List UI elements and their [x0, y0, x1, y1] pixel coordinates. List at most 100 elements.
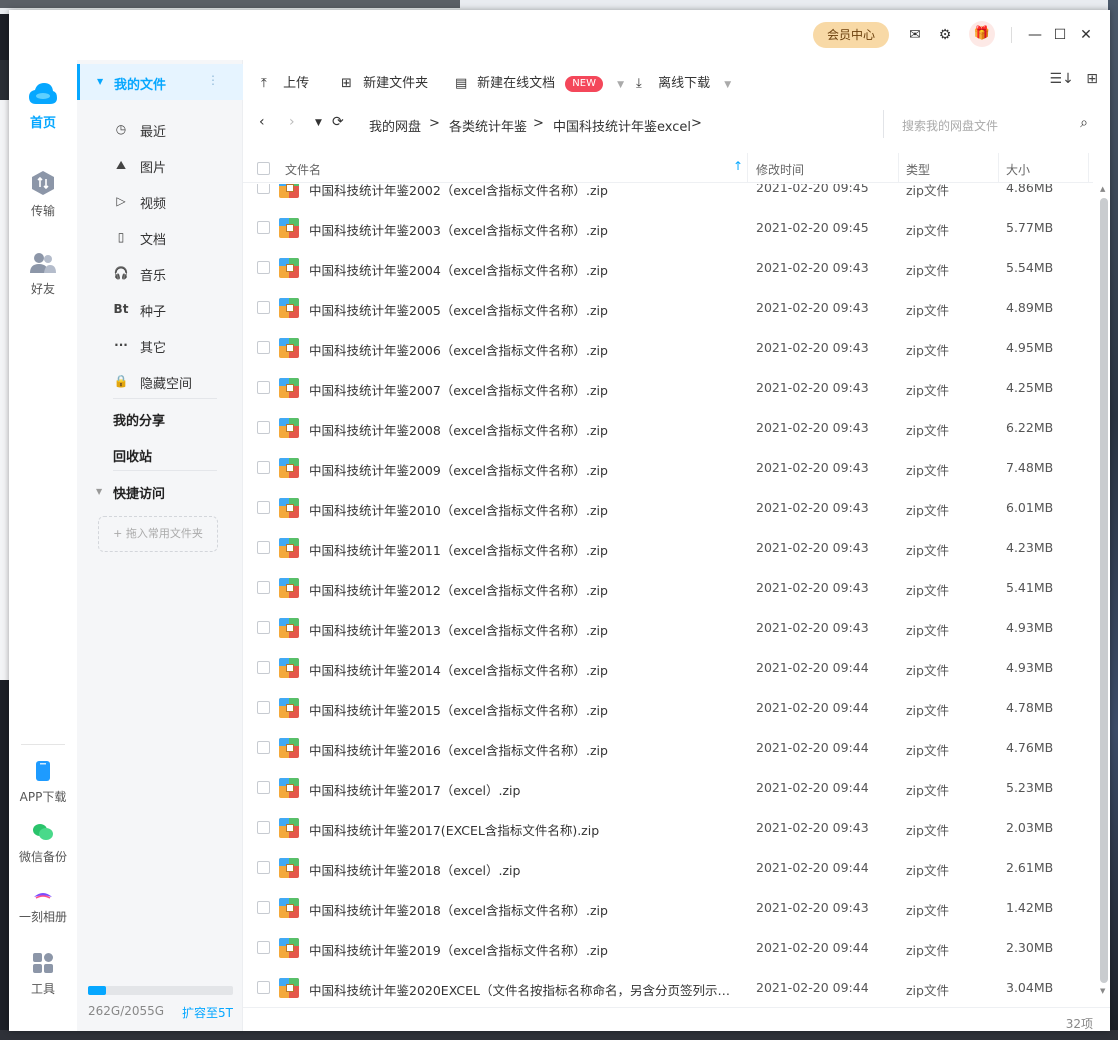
- file-row[interactable]: 中国科技统计年鉴2002（excel含指标文件名称）.zip 2021-02-20…: [243, 184, 1093, 208]
- file-name[interactable]: 中国科技统计年鉴2013（excel含指标文件名称）.zip: [309, 620, 739, 639]
- vip-center-button[interactable]: 会员中心: [813, 22, 889, 48]
- side-item-video[interactable]: ▷ 视频: [77, 183, 243, 219]
- my-share-link[interactable]: 我的分享: [113, 410, 165, 429]
- history-dropdown-icon[interactable]: ▼: [315, 118, 322, 128]
- row-checkbox[interactable]: [257, 301, 270, 314]
- file-row[interactable]: 中国科技统计年鉴2012（excel含指标文件名称）.zip 2021-02-20…: [243, 568, 1093, 608]
- scroll-down-icon[interactable]: ▼: [1100, 987, 1105, 995]
- file-name[interactable]: 中国科技统计年鉴2003（excel含指标文件名称）.zip: [309, 220, 739, 239]
- rail-app-download[interactable]: APP下载: [9, 760, 77, 805]
- file-row[interactable]: 中国科技统计年鉴2015（excel含指标文件名称）.zip 2021-02-20…: [243, 688, 1093, 728]
- breadcrumb-root[interactable]: 我的网盘: [369, 116, 421, 135]
- back-icon[interactable]: ‹: [259, 114, 265, 130]
- file-row[interactable]: 中国科技统计年鉴2007（excel含指标文件名称）.zip 2021-02-20…: [243, 368, 1093, 408]
- gift-icon[interactable]: 🎁: [969, 21, 995, 47]
- file-row[interactable]: 中国科技统计年鉴2018（excel含指标文件名称）.zip 2021-02-20…: [243, 888, 1093, 928]
- row-checkbox[interactable]: [257, 541, 270, 554]
- sort-ascending-icon[interactable]: ↑: [733, 159, 743, 173]
- row-checkbox[interactable]: [257, 701, 270, 714]
- row-checkbox[interactable]: [257, 861, 270, 874]
- file-name[interactable]: 中国科技统计年鉴2007（excel含指标文件名称）.zip: [309, 380, 739, 399]
- file-name[interactable]: 中国科技统计年鉴2011（excel含指标文件名称）.zip: [309, 540, 739, 559]
- search-box[interactable]: 搜索我的网盘文件 ⌕: [883, 110, 1098, 138]
- file-row[interactable]: 中国科技统计年鉴2016（excel含指标文件名称）.zip 2021-02-20…: [243, 728, 1093, 768]
- rail-home[interactable]: 首页: [9, 82, 77, 131]
- recycle-bin-link[interactable]: 回收站: [113, 446, 152, 465]
- offline-download-button[interactable]: ⤓ 离线下载 ▼: [636, 72, 731, 92]
- file-name[interactable]: 中国科技统计年鉴2014（excel含指标文件名称）.zip: [309, 660, 739, 679]
- file-name[interactable]: 中国科技统计年鉴2018（excel）.zip: [309, 860, 739, 879]
- rail-transfer[interactable]: 传输: [9, 170, 77, 219]
- scrollbar-thumb[interactable]: [1100, 198, 1108, 983]
- quick-access-triangle-icon[interactable]: ▼: [96, 487, 102, 496]
- file-name[interactable]: 中国科技统计年鉴2020EXCEL（文件名按指标名称命名，另含分页签列示各指..…: [309, 980, 739, 999]
- file-name[interactable]: 中国科技统计年鉴2002（excel含指标文件名称）.zip: [309, 184, 739, 199]
- file-name[interactable]: 中国科技统计年鉴2018（excel含指标文件名称）.zip: [309, 900, 739, 919]
- rail-friends[interactable]: 好友: [9, 252, 77, 297]
- file-name[interactable]: 中国科技统计年鉴2017（excel）.zip: [309, 780, 739, 799]
- file-row[interactable]: 中国科技统计年鉴2019（excel含指标文件名称）.zip 2021-02-20…: [243, 928, 1093, 968]
- file-row[interactable]: 中国科技统计年鉴2017（excel）.zip 2021-02-20 09:44 z…: [243, 768, 1093, 808]
- side-item-docs[interactable]: ▯ 文档: [77, 219, 243, 255]
- file-row[interactable]: 中国科技统计年鉴2008（excel含指标文件名称）.zip 2021-02-20…: [243, 408, 1093, 448]
- my-files-header[interactable]: ▼ 我的文件 ⋮: [77, 64, 243, 100]
- upload-button[interactable]: ⤒ 上传: [261, 72, 309, 92]
- file-row[interactable]: 中国科技统计年鉴2011（excel含指标文件名称）.zip 2021-02-20…: [243, 528, 1093, 568]
- file-row[interactable]: 中国科技统计年鉴2020EXCEL（文件名按指标名称命名，另含分页签列示各指..…: [243, 968, 1093, 1007]
- select-all-checkbox[interactable]: [257, 162, 270, 175]
- file-name[interactable]: 中国科技统计年鉴2016（excel含指标文件名称）.zip: [309, 740, 739, 759]
- row-checkbox[interactable]: [257, 381, 270, 394]
- file-row[interactable]: 中国科技统计年鉴2003（excel含指标文件名称）.zip 2021-02-20…: [243, 208, 1093, 248]
- side-item-music[interactable]: 🎧 音乐: [77, 255, 243, 291]
- row-checkbox[interactable]: [257, 461, 270, 474]
- search-icon[interactable]: ⌕: [1080, 115, 1088, 131]
- file-name[interactable]: 中国科技统计年鉴2010（excel含指标文件名称）.zip: [309, 500, 739, 519]
- title-bar[interactable]: 会员中心 ✉ ⚙ 🎁 — ☐ ✕: [9, 10, 1110, 60]
- file-row[interactable]: 中国科技统计年鉴2010（excel含指标文件名称）.zip 2021-02-20…: [243, 488, 1093, 528]
- minimize-icon[interactable]: —: [1024, 24, 1046, 46]
- search-input[interactable]: 搜索我的网盘文件: [902, 117, 998, 134]
- file-name[interactable]: 中国科技统计年鉴2005（excel含指标文件名称）.zip: [309, 300, 739, 319]
- file-name[interactable]: 中国科技统计年鉴2009（excel含指标文件名称）.zip: [309, 460, 739, 479]
- chevron-down-icon[interactable]: ▼: [724, 80, 731, 90]
- file-row[interactable]: 中国科技统计年鉴2018（excel）.zip 2021-02-20 09:44 z…: [243, 848, 1093, 888]
- settings-icon[interactable]: ⚙: [934, 24, 956, 46]
- row-checkbox[interactable]: [257, 821, 270, 834]
- grid-view-icon[interactable]: ⊞: [1086, 71, 1098, 87]
- sort-icon[interactable]: ☰↓: [1050, 71, 1074, 87]
- breadcrumb-folder[interactable]: 各类统计年鉴: [449, 116, 527, 135]
- file-row[interactable]: 中国科技统计年鉴2005（excel含指标文件名称）.zip 2021-02-20…: [243, 288, 1093, 328]
- new-online-doc-button[interactable]: ▤ 新建在线文档 NEW ▼: [455, 72, 624, 92]
- column-name[interactable]: 文件名: [285, 161, 321, 178]
- row-checkbox[interactable]: [257, 501, 270, 514]
- quick-access-header[interactable]: 快捷访问: [113, 483, 165, 502]
- side-item-torrent[interactable]: Bt 种子: [77, 291, 243, 327]
- add-favorite-folder-dropzone[interactable]: + 拖入常用文件夹: [98, 516, 218, 552]
- row-checkbox[interactable]: [257, 941, 270, 954]
- vertical-scrollbar[interactable]: ▲ ▼: [1098, 153, 1110, 1008]
- file-row[interactable]: 中国科技统计年鉴2017(EXCEL含指标文件名称).zip 2021-02-20…: [243, 808, 1093, 848]
- file-row[interactable]: 中国科技统计年鉴2009（excel含指标文件名称）.zip 2021-02-20…: [243, 448, 1093, 488]
- scroll-up-icon[interactable]: ▲: [1100, 185, 1105, 193]
- new-folder-button[interactable]: ⊞ 新建文件夹: [341, 72, 428, 92]
- file-row[interactable]: 中国科技统计年鉴2004（excel含指标文件名称）.zip 2021-02-20…: [243, 248, 1093, 288]
- side-item-recent[interactable]: ◷ 最近: [77, 111, 243, 147]
- row-checkbox[interactable]: [257, 581, 270, 594]
- row-checkbox[interactable]: [257, 981, 270, 994]
- more-vertical-icon[interactable]: ⋮: [207, 73, 219, 87]
- row-checkbox[interactable]: [257, 221, 270, 234]
- file-name[interactable]: 中国科技统计年鉴2004（excel含指标文件名称）.zip: [309, 260, 739, 279]
- row-checkbox[interactable]: [257, 261, 270, 274]
- file-name[interactable]: 中国科技统计年鉴2019（excel含指标文件名称）.zip: [309, 940, 739, 959]
- row-checkbox[interactable]: [257, 421, 270, 434]
- file-name[interactable]: 中国科技统计年鉴2017(EXCEL含指标文件名称).zip: [309, 820, 739, 839]
- file-name[interactable]: 中国科技统计年鉴2006（excel含指标文件名称）.zip: [309, 340, 739, 359]
- maximize-icon[interactable]: ☐: [1049, 24, 1071, 46]
- rail-yike-album[interactable]: 一刻相册: [9, 888, 77, 925]
- refresh-icon[interactable]: ⟳: [332, 114, 344, 130]
- row-checkbox[interactable]: [257, 341, 270, 354]
- row-checkbox[interactable]: [257, 184, 270, 194]
- side-item-images[interactable]: ⛰ 图片: [77, 147, 243, 183]
- row-checkbox[interactable]: [257, 741, 270, 754]
- close-icon[interactable]: ✕: [1075, 24, 1097, 46]
